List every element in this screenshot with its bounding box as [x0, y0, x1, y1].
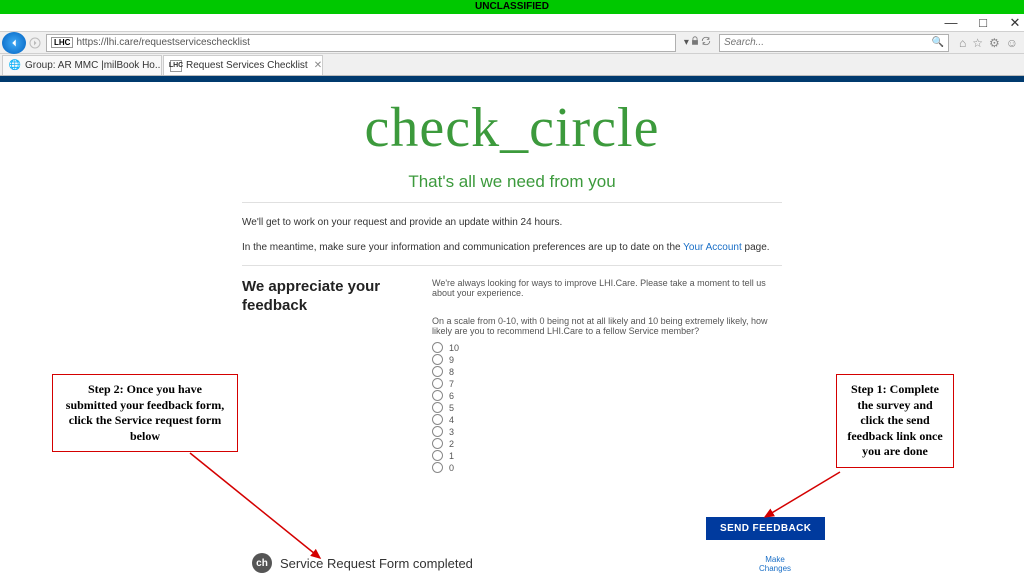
window-title-bar: — □ ✕ [0, 14, 1024, 32]
restore-button[interactable]: □ [976, 15, 990, 30]
tab-request-services[interactable]: LHC Request Services Checklist ✕ [163, 55, 323, 75]
address-bar-row: LHC https://lhi.care/requestserviceschec… [0, 32, 1024, 54]
nps-option[interactable]: 7 [432, 378, 782, 389]
radio-icon [432, 450, 443, 461]
feedback-heading: We appreciate your feedback [242, 278, 412, 316]
divider [242, 265, 782, 266]
nps-option[interactable]: 5 [432, 402, 782, 413]
search-box[interactable]: 🔍 [719, 34, 949, 52]
make-changes-link[interactable]: Make Changes [759, 556, 791, 574]
nps-option[interactable]: 3 [432, 426, 782, 437]
minimize-button[interactable]: — [944, 15, 958, 30]
nps-option[interactable]: 0 [432, 462, 782, 473]
radio-icon [432, 438, 443, 449]
nps-option[interactable]: 4 [432, 414, 782, 425]
divider [242, 202, 782, 203]
check-badge-icon: ch [252, 553, 272, 573]
toolbar-icons: ⌂ ☆ ⚙ ☺ [953, 36, 1024, 50]
site-identity-badge: LHC [51, 37, 73, 48]
close-tab-icon[interactable]: ✕ [314, 60, 322, 71]
url-text: https://lhi.care/requestserviceschecklis… [76, 37, 249, 48]
forward-button[interactable] [28, 36, 42, 50]
radio-icon [432, 426, 443, 437]
nps-option[interactable]: 6 [432, 390, 782, 401]
radio-icon [432, 378, 443, 389]
search-input[interactable] [724, 37, 932, 48]
smiley-icon[interactable]: ☺ [1006, 36, 1018, 50]
hero-subtitle: That's all we need from you [242, 172, 782, 192]
radio-icon [432, 342, 443, 353]
feedback-intro: We're always looking for ways to improve… [432, 278, 782, 298]
radio-icon [432, 402, 443, 413]
feedback-section: We appreciate your feedback We're always… [242, 278, 782, 473]
nps-option[interactable]: 1 [432, 450, 782, 461]
close-window-button[interactable]: ✕ [1008, 15, 1022, 31]
service-request-form-row[interactable]: ch Service Request Form completed [252, 553, 473, 573]
nps-option[interactable]: 9 [432, 354, 782, 365]
lock-icon[interactable] [690, 36, 700, 49]
tools-icon[interactable]: ⚙ [989, 36, 1000, 50]
annotation-step-1: Step 1: Complete the survey and click th… [836, 374, 954, 468]
home-icon[interactable]: ⌂ [959, 36, 966, 50]
tab-label: Request Services Checklist [186, 60, 308, 71]
radio-icon [432, 366, 443, 377]
address-bar[interactable]: LHC https://lhi.care/requestserviceschec… [46, 34, 676, 52]
address-controls: ▾ [684, 36, 711, 49]
favorites-icon[interactable]: ☆ [972, 36, 983, 50]
dropdown-icon[interactable]: ▾ [684, 37, 689, 48]
body-line-1: We'll get to work on your request and pr… [242, 215, 782, 230]
tab-label: Group: AR MMC |milBook Ho... [25, 60, 162, 71]
service-request-form-label: Service Request Form completed [280, 556, 473, 571]
back-button[interactable] [2, 32, 26, 54]
search-magnifier-icon[interactable]: 🔍 [932, 37, 944, 48]
globe-icon: 🌐 [9, 60, 21, 72]
nps-radio-group: 10 9 8 7 6 5 4 3 2 1 0 [432, 342, 782, 473]
body-line-2: In the meantime, make sure your informat… [242, 240, 782, 255]
site-favicon: LHC [170, 60, 182, 72]
your-account-link[interactable]: Your Account [683, 242, 742, 253]
feedback-question: On a scale from 0-10, with 0 being not a… [432, 316, 782, 336]
refresh-icon[interactable] [701, 36, 711, 49]
radio-icon [432, 414, 443, 425]
radio-icon [432, 462, 443, 473]
annotation-step-2: Step 2: Once you have submitted your fee… [52, 374, 238, 452]
tab-milbook[interactable]: 🌐 Group: AR MMC |milBook Ho... [2, 55, 162, 75]
classification-banner: UNCLASSIFIED [0, 0, 1024, 14]
send-feedback-button[interactable]: SEND FEEDBACK [706, 517, 825, 540]
nps-option[interactable]: 10 [432, 342, 782, 353]
tabs-row: 🌐 Group: AR MMC |milBook Ho... LHC Reque… [0, 54, 1024, 76]
nps-option[interactable]: 8 [432, 366, 782, 377]
radio-icon [432, 390, 443, 401]
hero-title: check_circle [242, 96, 782, 160]
radio-icon [432, 354, 443, 365]
nps-option[interactable]: 2 [432, 438, 782, 449]
